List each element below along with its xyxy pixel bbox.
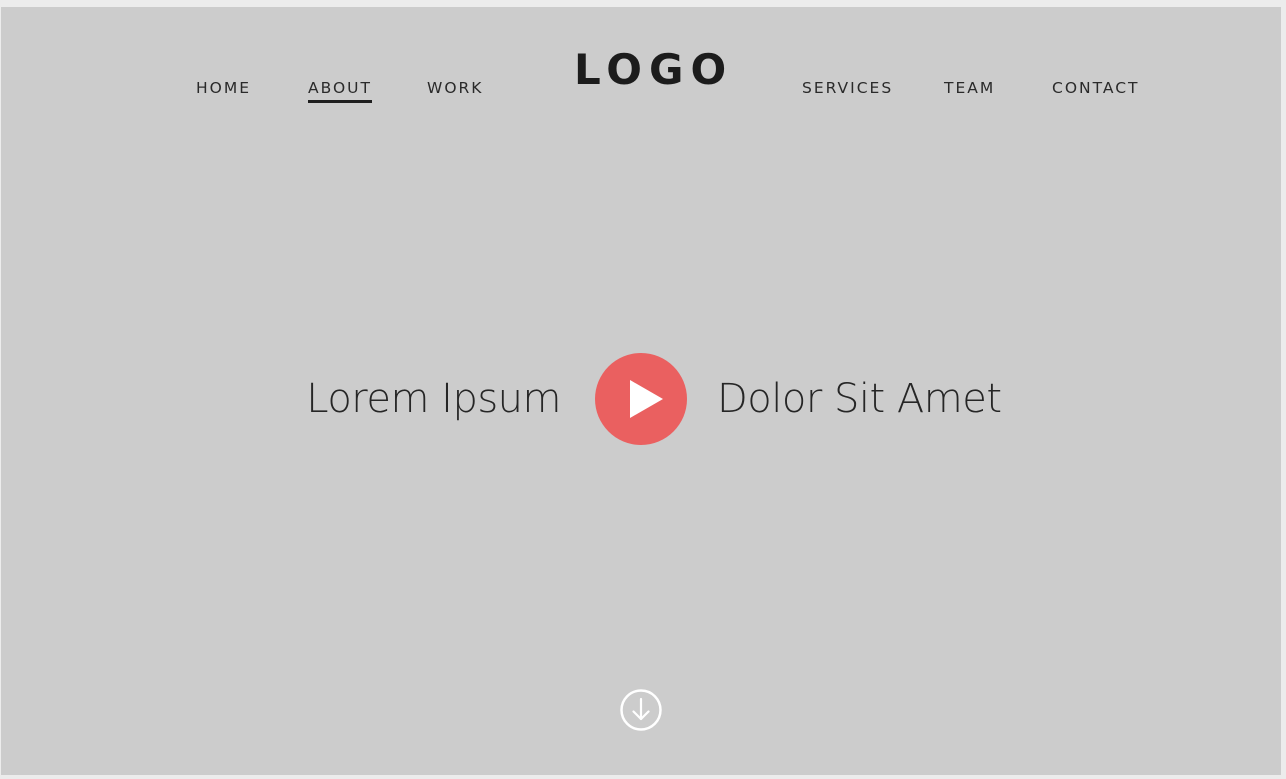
hero-section: HOME ABOUT WORK LOGO SERVICES TEAM CONTA… bbox=[1, 7, 1281, 775]
nav-contact[interactable]: CONTACT bbox=[1052, 78, 1140, 98]
hero-right-text: Dolor Sit Amet bbox=[717, 376, 1002, 422]
nav-team[interactable]: TEAM bbox=[944, 78, 995, 98]
arrow-down-circle-icon bbox=[620, 689, 662, 731]
nav-home[interactable]: HOME bbox=[196, 78, 251, 98]
site-logo[interactable]: LOGO bbox=[574, 45, 726, 95]
nav-work[interactable]: WORK bbox=[427, 78, 483, 98]
play-video-button[interactable] bbox=[595, 353, 687, 445]
play-icon bbox=[630, 380, 663, 418]
hero-left-text: Lorem Ipsum bbox=[306, 376, 561, 422]
nav-services[interactable]: SERVICES bbox=[802, 78, 893, 98]
nav-about[interactable]: ABOUT bbox=[308, 78, 372, 103]
scroll-down-button[interactable] bbox=[619, 688, 663, 732]
